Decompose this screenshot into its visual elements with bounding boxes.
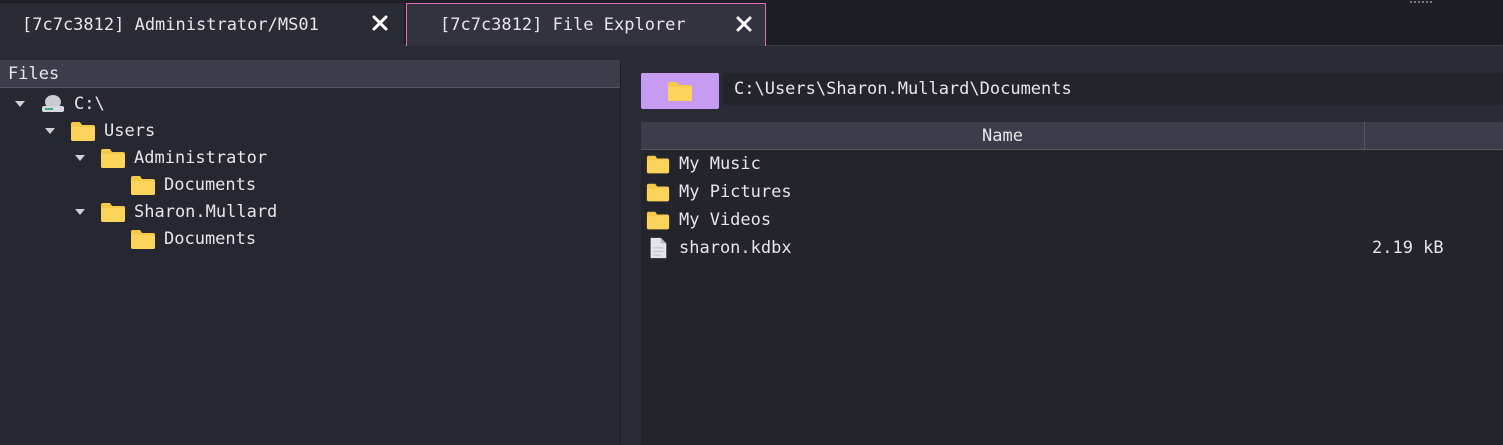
list-header: Name — [641, 122, 1503, 150]
folder-icon — [646, 155, 670, 174]
chevron-down-icon[interactable] — [74, 154, 86, 162]
folder-icon — [131, 175, 155, 195]
tree-node-label: C:\ — [74, 93, 105, 114]
list-item[interactable]: My Videos — [641, 206, 1503, 234]
close-icon[interactable] — [733, 13, 755, 35]
list-item[interactable]: My Pictures — [641, 178, 1503, 206]
tree-node-administrator-documents[interactable]: Documents — [130, 171, 256, 198]
folder-icon — [646, 211, 670, 230]
tab-label: [7c7c3812] Administrator/MS01 — [22, 14, 319, 35]
tree-node-label: Documents — [164, 174, 257, 195]
browse-folder-button[interactable] — [641, 73, 719, 109]
file-name: My Music — [679, 154, 761, 174]
tab-label: [7c7c3812] File Explorer — [440, 15, 686, 35]
tab-file-explorer[interactable]: [7c7c3812] File Explorer — [406, 3, 766, 46]
tree-node-label: Sharon.Mullard — [134, 201, 278, 222]
tree-node-drive-c[interactable]: C:\ — [14, 90, 105, 117]
close-icon[interactable] — [369, 12, 391, 34]
drag-grip-icon[interactable] — [1409, 0, 1433, 4]
file-name: My Pictures — [679, 182, 792, 202]
chevron-down-icon[interactable] — [74, 208, 86, 216]
folder-icon — [101, 148, 125, 168]
tree-node-label: Administrator — [134, 147, 268, 168]
file-size: 2.19 kB — [1372, 238, 1444, 258]
file-list: Name My Music My Pictures My Videos shar… — [641, 122, 1503, 445]
file-name: My Videos — [679, 210, 772, 230]
folder-icon — [71, 121, 95, 141]
tree-node-administrator[interactable]: Administrator — [74, 144, 267, 171]
file-list-panel: C:\Users\Sharon.Mullard\Documents Name M… — [622, 60, 1503, 445]
list-item[interactable]: sharon.kdbx 2.19 kB — [641, 234, 1503, 262]
file-tree-panel: Files C:\ Users Administrator Documents — [0, 60, 621, 445]
list-item[interactable]: My Music — [641, 150, 1503, 178]
column-header-size[interactable] — [1365, 122, 1503, 150]
tree-node-label: Users — [104, 120, 156, 141]
file-icon — [650, 237, 667, 259]
tree-node-sharon-documents[interactable]: Documents — [130, 225, 256, 252]
chevron-down-icon[interactable] — [44, 127, 56, 135]
tree-node-sharon-mullard[interactable]: Sharon.Mullard — [74, 198, 277, 225]
tree-node-users[interactable]: Users — [44, 117, 155, 144]
folder-icon — [668, 82, 692, 101]
path-input[interactable]: C:\Users\Sharon.Mullard\Documents — [723, 73, 1503, 105]
chevron-down-icon[interactable] — [14, 100, 26, 108]
tab-administrator-ms01[interactable]: [7c7c3812] Administrator/MS01 — [0, 3, 404, 46]
folder-icon — [131, 229, 155, 249]
folder-icon — [101, 202, 125, 222]
tree-header: Files — [0, 60, 620, 88]
file-name: sharon.kdbx — [679, 238, 792, 258]
tab-bar: [7c7c3812] Administrator/MS01 [7c7c3812]… — [0, 0, 1503, 46]
column-header-name[interactable]: Name — [641, 122, 1365, 150]
tree-node-label: Documents — [164, 228, 257, 249]
folder-icon — [646, 183, 670, 202]
drive-icon — [42, 94, 64, 112]
